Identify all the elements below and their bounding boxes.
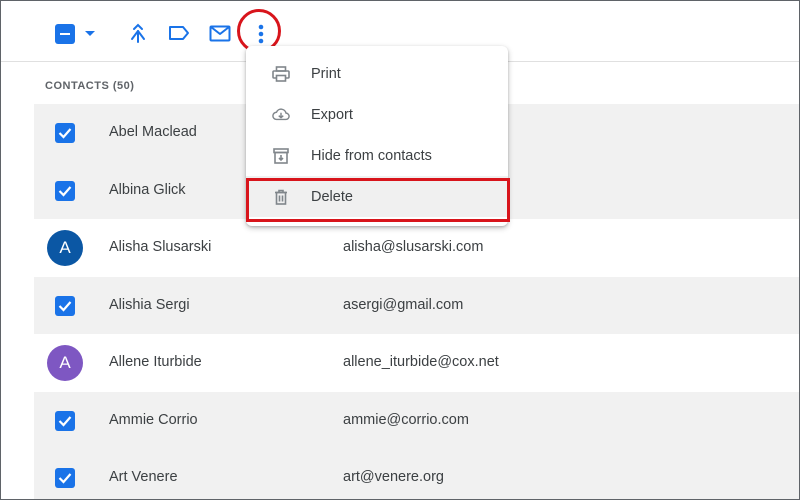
contact-name: Abel Maclead: [109, 124, 197, 140]
menu-item-label: Export: [311, 106, 353, 123]
print-icon: [272, 65, 290, 83]
menu-item-label: Print: [311, 65, 341, 82]
menu-item-print[interactable]: Print: [246, 53, 508, 94]
checked-checkbox-icon[interactable]: [55, 468, 75, 488]
contact-name: Albina Glick: [109, 181, 186, 198]
more-actions-menu: Print Export Hide from contacts Delete: [246, 46, 508, 226]
archive-icon: [272, 147, 290, 165]
more-vert-icon[interactable]: [249, 22, 273, 46]
menu-item-label: Hide from contacts: [311, 147, 432, 164]
checked-checkbox-icon[interactable]: [55, 295, 75, 316]
checked-checkbox-icon[interactable]: [55, 180, 75, 201]
menu-item-delete[interactable]: Delete: [246, 176, 508, 217]
contact-row[interactable]: Alishia Sergi asergi@gmail.com: [34, 276, 799, 334]
label-icon[interactable]: [167, 22, 191, 44]
menu-item-export[interactable]: Export: [246, 94, 508, 135]
contact-row[interactable]: Ammie Corrio ammie@corrio.com: [34, 391, 799, 449]
avatar[interactable]: A: [47, 230, 83, 266]
select-all-checkbox[interactable]: [55, 24, 75, 44]
contact-email: alisha@slusarski.com: [343, 239, 484, 255]
chevron-down-icon[interactable]: [83, 27, 97, 41]
contact-name: Art Venere: [109, 469, 178, 485]
contact-email: ammie@corrio.com: [343, 411, 469, 428]
contact-email: asergi@gmail.com: [343, 296, 464, 313]
contact-email: art@venere.org: [343, 469, 444, 485]
menu-item-hide[interactable]: Hide from contacts: [246, 135, 508, 176]
contacts-window: CONTACTS (50) Abel Maclead Albina Glick …: [0, 0, 800, 500]
contact-name: Ammie Corrio: [109, 411, 198, 428]
avatar[interactable]: A: [47, 345, 83, 381]
contact-row[interactable]: A Allene Iturbide allene_iturbide@cox.ne…: [34, 334, 799, 392]
cloud-download-icon: [272, 106, 290, 124]
checked-checkbox-icon[interactable]: [55, 123, 75, 143]
trash-icon: [272, 188, 290, 206]
contacts-header: CONTACTS (50): [45, 80, 135, 92]
mail-icon[interactable]: [207, 22, 233, 44]
merge-icon[interactable]: [127, 22, 149, 44]
contact-name: Allene Iturbide: [109, 354, 202, 370]
contact-email: allene_iturbide@cox.net: [343, 354, 499, 370]
menu-item-label: Delete: [311, 188, 353, 205]
contact-row[interactable]: A Alisha Slusarski alisha@slusarski.com: [34, 219, 799, 277]
contact-name: Alisha Slusarski: [109, 239, 212, 255]
contact-name: Alishia Sergi: [109, 296, 190, 313]
checked-checkbox-icon[interactable]: [55, 410, 75, 431]
contact-row[interactable]: Art Venere art@venere.org: [34, 449, 799, 499]
